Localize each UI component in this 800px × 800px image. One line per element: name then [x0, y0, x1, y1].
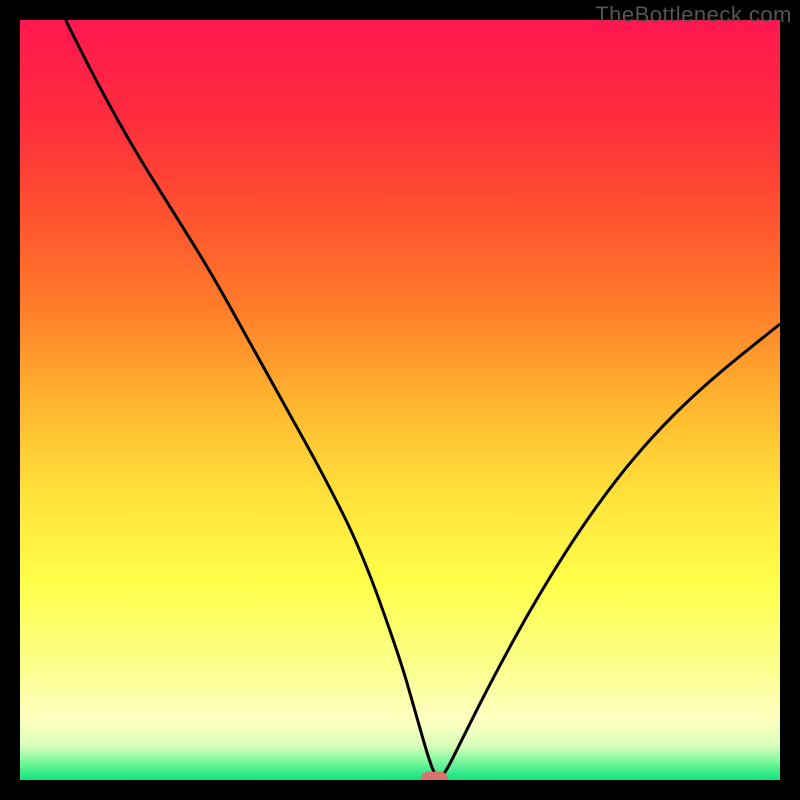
watermark-text: TheBottleneck.com	[595, 2, 792, 28]
gradient-background	[20, 20, 780, 780]
optimal-marker	[421, 772, 448, 780]
plot-area	[20, 20, 780, 780]
chart-svg	[20, 20, 780, 780]
chart-frame: TheBottleneck.com	[0, 0, 800, 800]
